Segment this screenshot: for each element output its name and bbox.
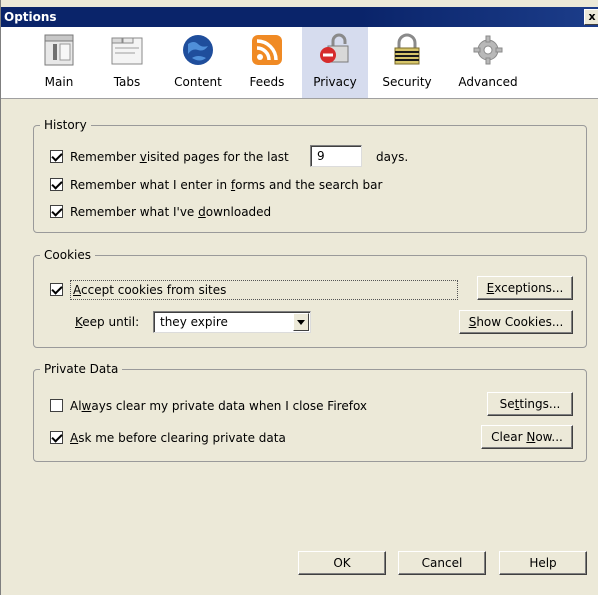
history-legend: History: [40, 117, 91, 133]
remember-downloads-text-a: Remember what I've: [70, 205, 199, 219]
always-clear-checkbox[interactable]: [50, 399, 63, 412]
remember-forms-text-b: orms and the search bar: [235, 178, 383, 192]
show-cookies-label: how Cookies...: [476, 315, 564, 329]
help-button[interactable]: Help: [499, 551, 587, 575]
remember-forms-text-a: Remember what I enter in: [70, 178, 231, 192]
always-clear-text-a: Al: [70, 399, 82, 413]
options-window: Options x Main Tabs Content Feeds Privac…: [0, 0, 598, 595]
settings-button[interactable]: Settings...: [487, 392, 573, 416]
remember-forms-row[interactable]: Remember what I enter in forms and the s…: [50, 176, 382, 194]
remember-visited-checkbox[interactable]: [50, 150, 63, 163]
tab-feeds-label: Feeds: [249, 75, 285, 89]
ask-before-clearing-access-key: A: [70, 431, 79, 445]
clear-now-label-b: ow...: [535, 430, 563, 444]
accept-cookies-row[interactable]: Accept cookies from sites: [50, 280, 458, 300]
remember-downloads-row[interactable]: Remember what I've downloaded: [50, 203, 271, 221]
exceptions-button[interactable]: Exceptions...: [477, 276, 573, 300]
tab-advanced-label: Advanced: [458, 75, 518, 89]
options-toolbar: Main Tabs Content Feeds Privacy Security…: [1, 27, 598, 99]
remember-visited-access-key: v: [139, 150, 147, 164]
tab-advanced[interactable]: Advanced: [450, 27, 526, 98]
private-data-group: Private Data Always clear my private dat…: [33, 361, 587, 462]
security-icon: [394, 33, 420, 65]
always-clear-text-b: ays clear my private data when I close F…: [91, 399, 368, 413]
clear-now-label-a: Clear: [491, 430, 527, 444]
content-icon: [183, 35, 213, 65]
ok-button[interactable]: OK: [298, 551, 386, 575]
always-clear-access-key: w: [81, 399, 92, 413]
close-button[interactable]: x: [584, 9, 598, 25]
tab-tabs-label: Tabs: [113, 75, 141, 89]
cookies-legend: Cookies: [40, 247, 95, 263]
history-group: History Remember visited pages for the l…: [33, 117, 587, 233]
window-title: Options: [4, 10, 57, 24]
clear-now-access-key: N: [526, 430, 536, 444]
privacy-icon: [320, 33, 349, 63]
history-days-input[interactable]: 9: [310, 145, 362, 167]
ask-before-clearing-row[interactable]: Ask me before clearing private data: [50, 429, 286, 447]
tab-content[interactable]: Content: [167, 27, 229, 98]
cookies-group: Cookies Accept cookies from sites Except…: [33, 247, 587, 348]
remember-downloads-access-key: d: [198, 205, 206, 219]
keep-until-select[interactable]: they expire: [153, 311, 311, 333]
keep-until-text: eep until:: [82, 315, 140, 329]
settings-label-b: tings...: [519, 397, 561, 411]
title-bar: Options: [1, 7, 598, 27]
tab-content-label: Content: [174, 75, 222, 89]
show-cookies-button[interactable]: Show Cookies...: [459, 310, 573, 334]
remember-visited-row[interactable]: Remember visited pages for the last: [50, 148, 289, 166]
accept-cookies-label: Accept cookies from sites: [70, 280, 458, 300]
remember-visited-text-a: Remember: [70, 150, 140, 164]
keep-until-label: Keep until:: [75, 313, 139, 331]
exceptions-label: xceptions...: [494, 281, 564, 295]
tab-privacy-label: Privacy: [313, 75, 357, 89]
close-icon: x: [588, 10, 596, 23]
tab-main[interactable]: Main: [32, 27, 86, 98]
keep-until-value: they expire: [160, 315, 228, 329]
accept-cookies-text: ccept cookies from sites: [81, 283, 227, 297]
days-label: days.: [376, 150, 409, 164]
remember-downloads-text-b: ownloaded: [205, 205, 272, 219]
privacy-panel: History Remember visited pages for the l…: [1, 100, 598, 595]
chevron-down-icon[interactable]: [293, 313, 309, 331]
remember-visited-text-b: isited pages for the last: [146, 150, 289, 164]
remember-downloads-checkbox[interactable]: [50, 205, 63, 218]
ask-before-clearing-text: sk me before clearing private data: [78, 431, 286, 445]
clear-now-button[interactable]: Clear Now...: [481, 425, 573, 449]
ask-before-clearing-checkbox[interactable]: [50, 431, 63, 444]
main-icon: [44, 34, 74, 66]
tab-privacy[interactable]: Privacy: [302, 27, 368, 98]
tab-tabs[interactable]: Tabs: [101, 27, 153, 98]
tab-feeds[interactable]: Feeds: [242, 27, 292, 98]
tabs-icon: [111, 37, 143, 65]
tab-security[interactable]: Security: [377, 27, 437, 98]
tab-security-label: Security: [382, 75, 432, 89]
always-clear-row[interactable]: Always clear my private data when I clos…: [50, 397, 367, 415]
accept-cookies-checkbox[interactable]: [50, 283, 63, 296]
tab-main-label: Main: [44, 75, 74, 89]
settings-label-a: Se: [499, 397, 515, 411]
cancel-button[interactable]: Cancel: [398, 551, 486, 575]
remember-forms-checkbox[interactable]: [50, 178, 63, 191]
advanced-icon: [473, 35, 503, 65]
accept-cookies-access-key: A: [73, 283, 81, 297]
feeds-icon: [252, 35, 282, 65]
private-data-legend: Private Data: [40, 361, 123, 377]
